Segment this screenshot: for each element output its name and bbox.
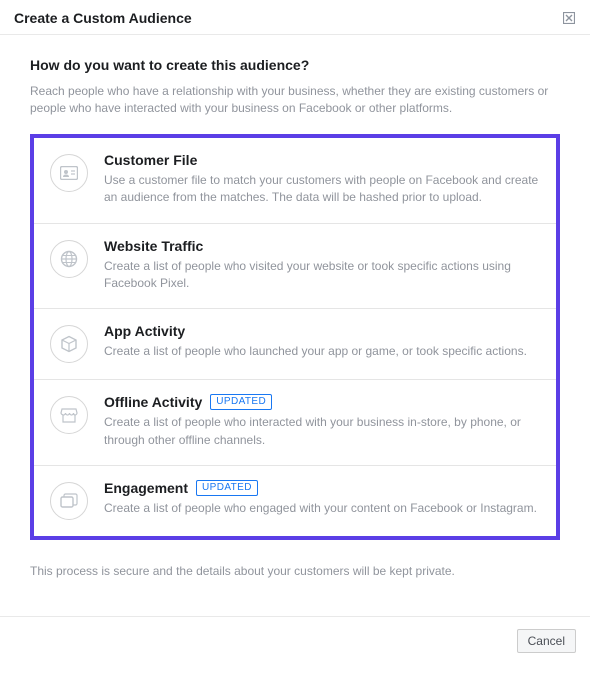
cancel-button[interactable]: Cancel: [517, 629, 576, 653]
option-description: Create a list of people who interacted w…: [104, 414, 540, 449]
option-body: App Activity Create a list of people who…: [104, 323, 540, 363]
question-heading: How do you want to create this audience?: [30, 57, 560, 73]
close-icon: [563, 12, 575, 24]
option-list: Customer File Use a customer file to mat…: [30, 134, 560, 540]
option-body: Engagement UPDATED Create a list of peop…: [104, 480, 540, 520]
option-description: Create a list of people who launched you…: [104, 343, 540, 360]
create-custom-audience-modal: Create a Custom Audience How do you want…: [0, 0, 590, 665]
option-customer-file[interactable]: Customer File Use a customer file to mat…: [34, 138, 556, 224]
option-body: Website Traffic Create a list of people …: [104, 238, 540, 293]
option-offline-activity[interactable]: Offline Activity UPDATED Create a list o…: [34, 380, 556, 466]
option-title: Website Traffic: [104, 238, 203, 254]
option-title: Offline Activity: [104, 394, 202, 410]
option-title: App Activity: [104, 323, 185, 339]
modal-footer: Cancel: [0, 616, 590, 665]
option-body: Offline Activity UPDATED Create a list o…: [104, 394, 540, 449]
option-website-traffic[interactable]: Website Traffic Create a list of people …: [34, 224, 556, 310]
modal-header: Create a Custom Audience: [0, 0, 590, 35]
option-title: Engagement: [104, 480, 188, 496]
option-body: Customer File Use a customer file to mat…: [104, 152, 540, 207]
globe-icon: [50, 240, 88, 278]
close-button[interactable]: [562, 11, 576, 25]
updated-badge: UPDATED: [196, 480, 258, 496]
modal-content: How do you want to create this audience?…: [0, 35, 590, 550]
cube-icon: [50, 325, 88, 363]
option-description: Use a customer file to match your custom…: [104, 172, 540, 207]
privacy-note: This process is secure and the details a…: [0, 550, 590, 596]
option-description: Create a list of people who visited your…: [104, 258, 540, 293]
option-app-activity[interactable]: App Activity Create a list of people who…: [34, 309, 556, 380]
lead-text: Reach people who have a relationship wit…: [30, 83, 560, 118]
updated-badge: UPDATED: [210, 394, 272, 410]
id-card-icon: [50, 154, 88, 192]
option-engagement[interactable]: Engagement UPDATED Create a list of peop…: [34, 466, 556, 536]
store-icon: [50, 396, 88, 434]
modal-title: Create a Custom Audience: [14, 10, 192, 26]
option-description: Create a list of people who engaged with…: [104, 500, 540, 517]
cards-icon: [50, 482, 88, 520]
option-title: Customer File: [104, 152, 197, 168]
